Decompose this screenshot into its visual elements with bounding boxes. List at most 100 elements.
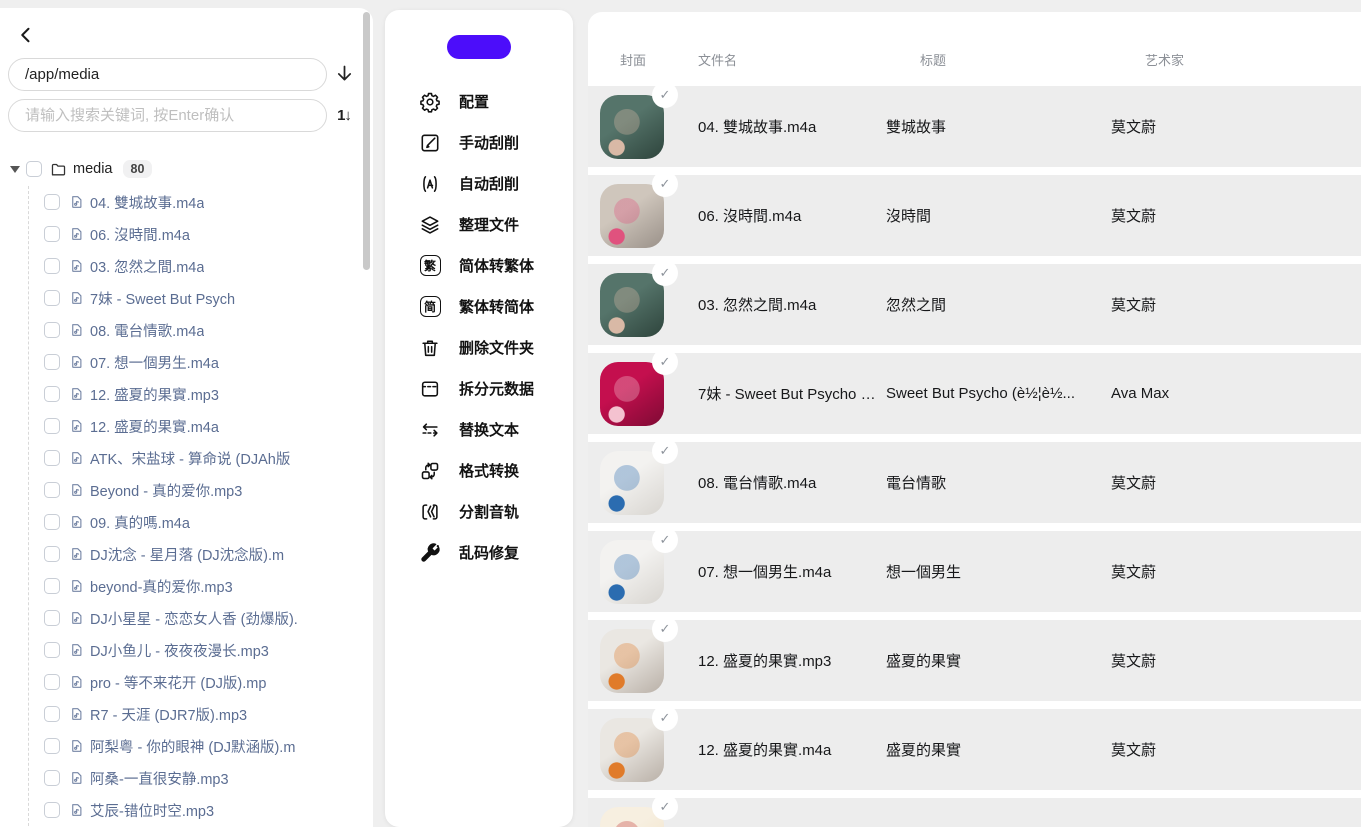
table-row[interactable]: ✓ 12. 盛夏的果實.m4a 盛夏的果實 莫文蔚 (588, 704, 1361, 790)
selected-check-badge[interactable]: ✓ (652, 259, 678, 286)
cell-filename: 03. 忽然之間.m4a (698, 297, 817, 314)
selected-check-badge[interactable]: ✓ (652, 348, 678, 375)
tree-item-checkbox[interactable] (44, 802, 60, 818)
tree-item-label: 阿梨粤 - 你的眼神 (DJ默涵版).m (90, 739, 296, 756)
menu-item[interactable]: 简 繁体转简体 (385, 286, 573, 327)
menu-item[interactable]: 繁 简体转繁体 (385, 245, 573, 286)
menu-item-label: 配置 (459, 94, 490, 111)
tree-item[interactable]: 阿桑-一直很安静.mp3 (44, 762, 373, 794)
tree-item[interactable]: Beyond - 真的爱你.mp3 (44, 474, 373, 506)
tree-item-checkbox[interactable] (44, 354, 60, 370)
tree-item[interactable]: 06. 沒時間.m4a (44, 218, 373, 250)
tree-item-label: 阿桑-一直很安静.mp3 (90, 771, 229, 788)
tree-item[interactable]: DJ小鱼儿 - 夜夜夜漫长.mp3 (44, 634, 373, 666)
table-row[interactable]: ✓ 06. 沒時間.m4a 沒時間 莫文蔚 (588, 170, 1361, 256)
menu-item[interactable]: 拆分元数据 (385, 368, 573, 409)
tree-item-checkbox[interactable] (44, 322, 60, 338)
tree-item-checkbox[interactable] (44, 706, 60, 722)
cell-filename: 08. 電台情歌.m4a (698, 475, 817, 492)
tree-item[interactable]: DJ沈念 - 星月落 (DJ沈念版).m (44, 538, 373, 570)
tree-item[interactable]: 艾辰-错位时空.mp3 (44, 794, 373, 826)
selected-check-badge[interactable]: ✓ (652, 615, 678, 642)
table-row[interactable]: ✓ 03. 忽然之間.m4a 忽然之間 莫文蔚 (588, 259, 1361, 345)
selected-check-badge[interactable]: ✓ (652, 170, 678, 197)
tree-item-checkbox[interactable] (44, 482, 60, 498)
table-row[interactable]: ✓ 07. 想一個男生.m4a 想一個男生 莫文蔚 (588, 526, 1361, 612)
album-cover-image (600, 539, 664, 604)
table-row[interactable]: ✓ 12. 盛夏的果實.mp3 盛夏的果實 莫文蔚 (588, 615, 1361, 701)
tree-item[interactable]: R7 - 天涯 (DJR7版).mp3 (44, 698, 373, 730)
tree-item[interactable]: 08. 電台情歌.m4a (44, 314, 373, 346)
tree-item[interactable]: DJ小星星 - 恋恋女人香 (劲爆版). (44, 602, 373, 634)
tree-root-label[interactable]: media (73, 161, 113, 177)
sort-button[interactable]: 1↓ (327, 107, 361, 124)
menu-item-label: 替换文本 (459, 422, 520, 439)
tree-item-checkbox[interactable] (44, 418, 60, 434)
tree-item-checkbox[interactable] (44, 738, 60, 754)
menu-item[interactable]: 删除文件夹 (385, 327, 573, 368)
header-filename: 文件名 (698, 52, 738, 68)
selected-check-badge[interactable]: ✓ (652, 793, 678, 820)
cell-filename: 12. 盛夏的果實.mp3 (698, 653, 832, 670)
tree-item-checkbox[interactable] (44, 674, 60, 690)
cell-title: 想一個男生 (886, 564, 962, 581)
tree-item[interactable]: 03. 忽然之間.m4a (44, 250, 373, 282)
tree-item-checkbox[interactable] (44, 578, 60, 594)
table-row[interactable]: ✓ 08. 電台情歌.m4a 電台情歌 莫文蔚 (588, 437, 1361, 523)
load-path-button[interactable] (327, 63, 361, 87)
album-cover-image (600, 183, 664, 248)
tree-item[interactable]: beyond-真的爱你.mp3 (44, 570, 373, 602)
menu-item[interactable]: 分割音轨 (385, 491, 573, 532)
tree-item[interactable]: 7妹 - Sweet But Psych (44, 282, 373, 314)
tree-item[interactable]: pro - 等不来花开 (DJ版).mp (44, 666, 373, 698)
tree-item[interactable]: 12. 盛夏的果實.m4a (44, 410, 373, 442)
tree-item[interactable]: 阿梨粤 - 你的眼神 (DJ默涵版).m (44, 730, 373, 762)
table-row[interactable]: ✓ (588, 793, 1361, 827)
menu-item[interactable]: 自动刮削 (385, 163, 573, 204)
back-button[interactable] (12, 22, 40, 50)
table-row[interactable]: ✓ 04. 雙城故事.m4a 雙城故事 莫文蔚 (588, 81, 1361, 167)
tree-item-label: 07. 想一個男生.m4a (90, 355, 219, 372)
tree-item-checkbox[interactable] (44, 194, 60, 210)
menu-item[interactable]: 乱码修复 (385, 532, 573, 573)
menu-item[interactable]: 整理文件 (385, 204, 573, 245)
tree-item[interactable]: 09. 真的嗎.m4a (44, 506, 373, 538)
cell-title: 沒時間 (886, 208, 932, 225)
menu-pill-button[interactable] (447, 35, 511, 59)
tree-item-label: DJ小鱼儿 - 夜夜夜漫长.mp3 (90, 643, 269, 660)
menu-item[interactable]: 手动刮削 (385, 122, 573, 163)
path-input[interactable] (8, 58, 327, 91)
sidebar-scrollbar[interactable] (363, 12, 370, 270)
tree-item[interactable]: 04. 雙城故事.m4a (44, 186, 373, 218)
audio-file-icon (69, 418, 84, 434)
tree-item-checkbox[interactable] (44, 386, 60, 402)
selected-check-badge[interactable]: ✓ (652, 437, 678, 464)
menu-item[interactable]: 格式转换 (385, 450, 573, 491)
table-row[interactable]: ✓ 7妹 - Sweet But Psycho (车... Sweet But … (588, 348, 1361, 434)
tree-item-checkbox[interactable] (44, 450, 60, 466)
tree-item[interactable]: 12. 盛夏的果實.mp3 (44, 378, 373, 410)
tree-item-checkbox[interactable] (44, 290, 60, 306)
file-count-badge: 80 (122, 160, 153, 178)
tree-item[interactable]: ATK、宋盐球 - 算命说 (DJAh版 (44, 442, 373, 474)
selected-check-badge[interactable]: ✓ (652, 704, 678, 731)
menu-item-label: 繁体转简体 (459, 299, 535, 316)
tree-item-checkbox[interactable] (44, 770, 60, 786)
tree-item-checkbox[interactable] (44, 610, 60, 626)
tree-item-checkbox[interactable] (44, 514, 60, 530)
root-checkbox[interactable] (26, 161, 42, 177)
tree-item-checkbox[interactable] (44, 226, 60, 242)
selected-check-badge[interactable]: ✓ (652, 81, 678, 108)
selected-check-badge[interactable]: ✓ (652, 526, 678, 553)
menu-item[interactable]: 替换文本 (385, 409, 573, 450)
menu-item[interactable]: 配置 (385, 81, 573, 122)
search-input[interactable] (8, 99, 327, 132)
tree-item-checkbox[interactable] (44, 642, 60, 658)
tree-item-checkbox[interactable] (44, 546, 60, 562)
caret-down-icon[interactable] (10, 165, 20, 173)
tree-item-checkbox[interactable] (44, 258, 60, 274)
tree-root-row[interactable]: media 80 (8, 154, 373, 184)
swap-arrows-icon (418, 418, 442, 442)
auto-a-icon (418, 172, 442, 196)
tree-item[interactable]: 07. 想一個男生.m4a (44, 346, 373, 378)
